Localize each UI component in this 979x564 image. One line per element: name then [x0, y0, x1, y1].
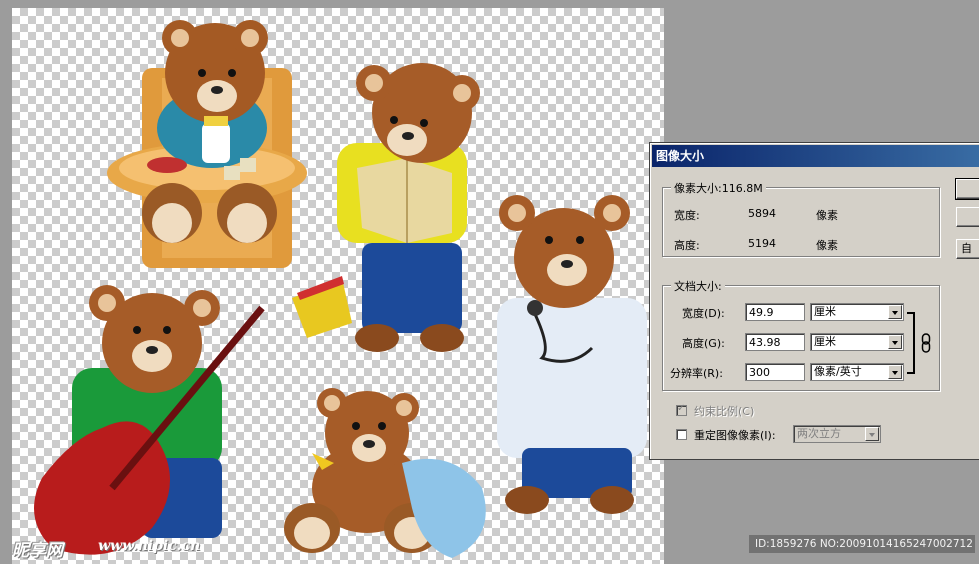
constrain-link-bracket — [907, 312, 915, 374]
document-size-heading: 文档大小: — [671, 278, 725, 294]
pixel-height-unit: 像素 — [816, 239, 838, 252]
bear-doctor — [497, 195, 647, 514]
pixel-width-unit: 像素 — [816, 209, 838, 222]
resample-image-checkbox[interactable] — [676, 429, 687, 440]
chevron-down-icon — [865, 427, 879, 441]
pixel-dimensions-group: 像素大小:116.8M — [662, 180, 940, 257]
resolution-input[interactable]: 300 — [745, 363, 805, 381]
resolution-unit-value: 像素/英寸 — [814, 365, 862, 378]
bear-cello — [34, 285, 265, 555]
resample-method-value: 两次立方 — [797, 427, 841, 440]
watermark-url: www.nipic.cn — [98, 538, 201, 554]
resolution-label: 分辨率(R): — [670, 367, 723, 380]
chain-link-icon — [921, 333, 931, 353]
doc-width-label: 宽度(D): — [682, 307, 725, 320]
doc-width-unit-value: 厘米 — [814, 305, 836, 318]
constrain-proportions-checkbox[interactable] — [676, 403, 687, 416]
cancel-button[interactable] — [956, 207, 979, 227]
doc-height-label: 高度(G): — [682, 337, 725, 350]
pixel-height-label: 高度: — [674, 239, 700, 252]
doc-height-input[interactable]: 43.98 — [745, 333, 805, 351]
pixel-width-value: 5894 — [748, 207, 776, 220]
watermark-id: ID:1859276 NO:20091014165247002712 — [749, 535, 975, 553]
constrain-proportions-label: 约束比例(C) — [694, 405, 755, 418]
teddy-bears-artwork — [34, 20, 647, 558]
chevron-down-icon — [888, 335, 902, 349]
doc-height-unit-select[interactable]: 厘米 — [810, 333, 904, 351]
auto-button[interactable]: 自 — [956, 239, 979, 259]
bear-reading — [292, 63, 480, 352]
bear-blanket — [284, 388, 486, 558]
doc-height-unit-value: 厘米 — [814, 335, 836, 348]
chevron-down-icon — [888, 365, 902, 379]
pixel-dimensions-heading: 像素大小:116.8M — [671, 180, 766, 196]
bear-highchair — [107, 20, 307, 268]
ok-button[interactable] — [955, 178, 979, 200]
pixel-width-label: 宽度: — [674, 209, 700, 222]
pixel-height-value: 5194 — [748, 237, 776, 250]
watermark-logo: 昵享网 — [12, 541, 63, 561]
resample-method-select[interactable]: 两次立方 — [793, 425, 881, 443]
image-size-dialog: 图像大小 像素大小:116.8M 宽度: 5894 像素 高度: 5194 像素… — [649, 142, 979, 460]
dialog-titlebar[interactable]: 图像大小 — [652, 145, 979, 167]
image-canvas[interactable] — [12, 8, 664, 564]
doc-width-unit-select[interactable]: 厘米 — [810, 303, 904, 321]
doc-width-input[interactable]: 49.9 — [745, 303, 805, 321]
chevron-down-icon — [888, 305, 902, 319]
resolution-unit-select[interactable]: 像素/英寸 — [810, 363, 904, 381]
resample-image-label: 重定图像像素(I): — [694, 429, 776, 442]
